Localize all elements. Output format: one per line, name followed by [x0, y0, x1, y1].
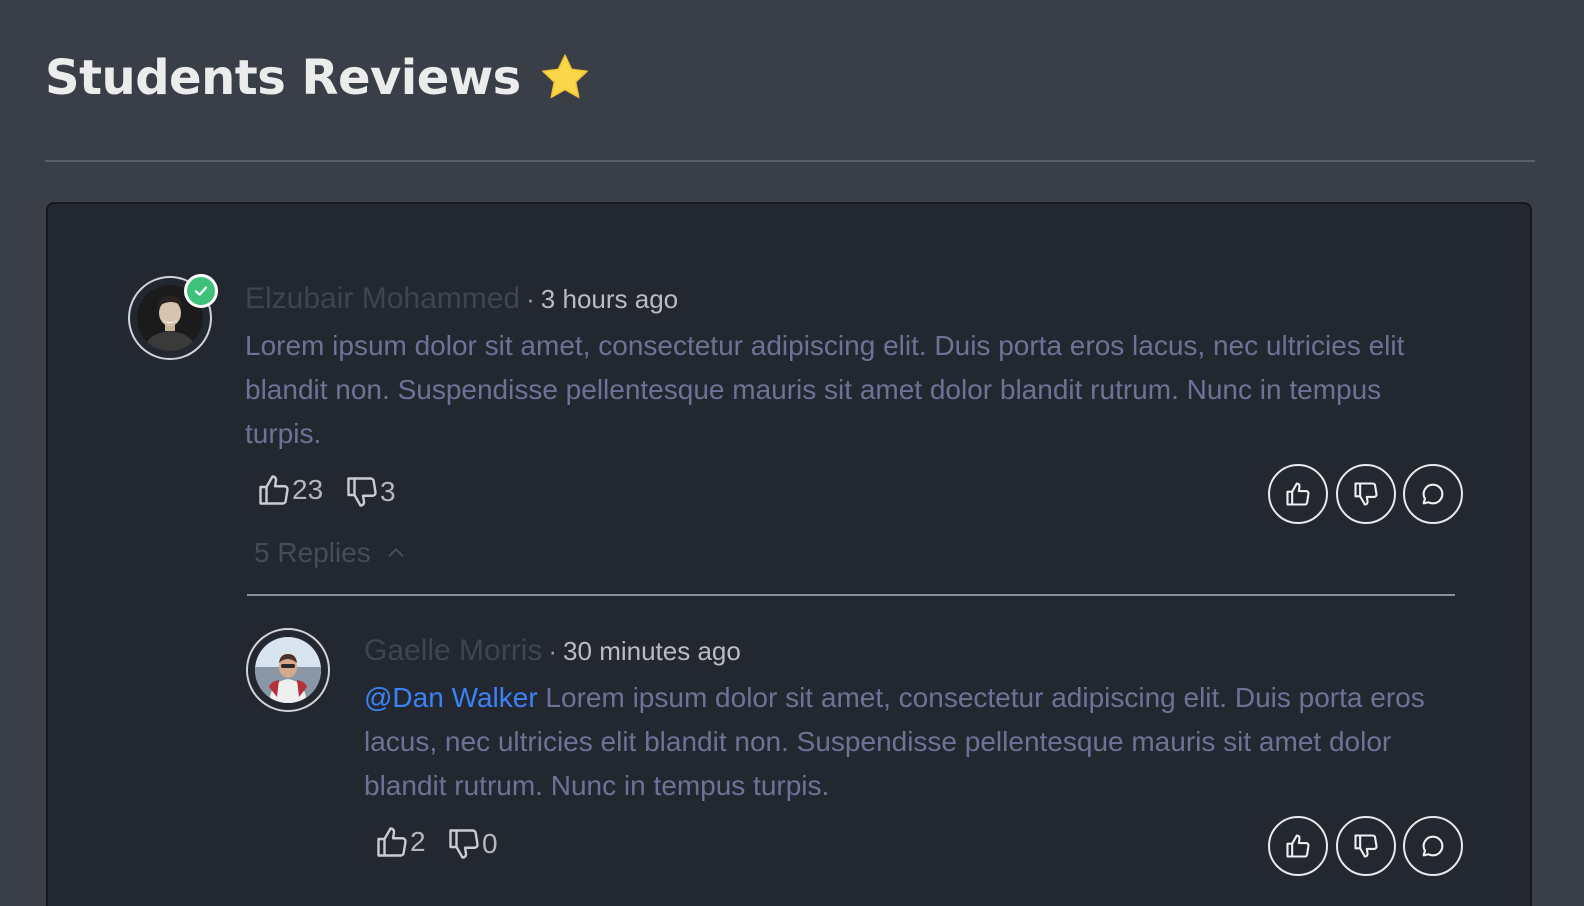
- thumbs-up-icon: [1286, 834, 1310, 858]
- chevron-up-icon: [388, 548, 404, 557]
- thumbs-down-icon: [446, 826, 482, 862]
- dislike-count: 3: [344, 474, 396, 510]
- dislike-count: 0: [446, 826, 498, 862]
- reply-author[interactable]: Gaelle Morris: [364, 634, 542, 667]
- thumbs-up-icon: [256, 472, 292, 508]
- reply-button[interactable]: [1403, 464, 1463, 524]
- dislike-button[interactable]: [1336, 464, 1396, 524]
- comment-icon: [1422, 483, 1444, 505]
- replies-label: 5 Replies: [254, 537, 371, 568]
- verified-badge-icon: [184, 274, 218, 308]
- dislike-button[interactable]: [1336, 816, 1396, 876]
- thread-divider: [247, 594, 1455, 596]
- reply-time: 30 minutes ago: [563, 636, 741, 666]
- dislike-count-value: 3: [380, 476, 396, 507]
- review-author[interactable]: Elzubair Mohammed: [245, 282, 520, 315]
- reply-button[interactable]: [1403, 816, 1463, 876]
- meta-separator: ·: [526, 284, 535, 314]
- like-count: 23: [256, 472, 323, 508]
- star-icon: [537, 50, 593, 106]
- thumbs-up-icon: [374, 824, 410, 860]
- header-divider: [45, 160, 1535, 162]
- reply-text: @Dan Walker Lorem ipsum dolor sit amet, …: [364, 676, 1464, 808]
- avatar[interactable]: [246, 628, 330, 712]
- reply-meta: Gaelle Morris · 30 minutes ago: [364, 634, 741, 668]
- reviews-card: Elzubair Mohammed · 3 hours ago Lorem ipsu…: [46, 202, 1532, 906]
- like-count-value: 2: [410, 826, 426, 857]
- mention-link[interactable]: @Dan Walker: [364, 682, 538, 713]
- reviews-page: Students Reviews Elzubair Mohammed · 3 h…: [0, 0, 1584, 906]
- thumbs-down-icon: [1354, 834, 1378, 858]
- thumbs-down-icon: [344, 474, 380, 510]
- page-title-text: Students Reviews: [45, 50, 521, 106]
- review-meta: Elzubair Mohammed · 3 hours ago: [245, 282, 678, 316]
- thumbs-down-icon: [1354, 482, 1378, 506]
- like-count-value: 23: [292, 474, 324, 505]
- replies-toggle[interactable]: 5 Replies: [254, 537, 407, 569]
- dislike-count-value: 0: [482, 828, 498, 859]
- meta-separator: ·: [548, 636, 558, 666]
- like-button[interactable]: [1268, 464, 1328, 524]
- thumbs-up-icon: [1286, 482, 1310, 506]
- like-button[interactable]: [1268, 816, 1328, 876]
- review-text: Lorem ipsum dolor sit amet, consectetur …: [245, 330, 1405, 449]
- comment-icon: [1422, 835, 1444, 857]
- page-title: Students Reviews: [45, 50, 593, 106]
- review-time: 3 hours ago: [540, 284, 679, 314]
- like-count: 2: [374, 824, 426, 860]
